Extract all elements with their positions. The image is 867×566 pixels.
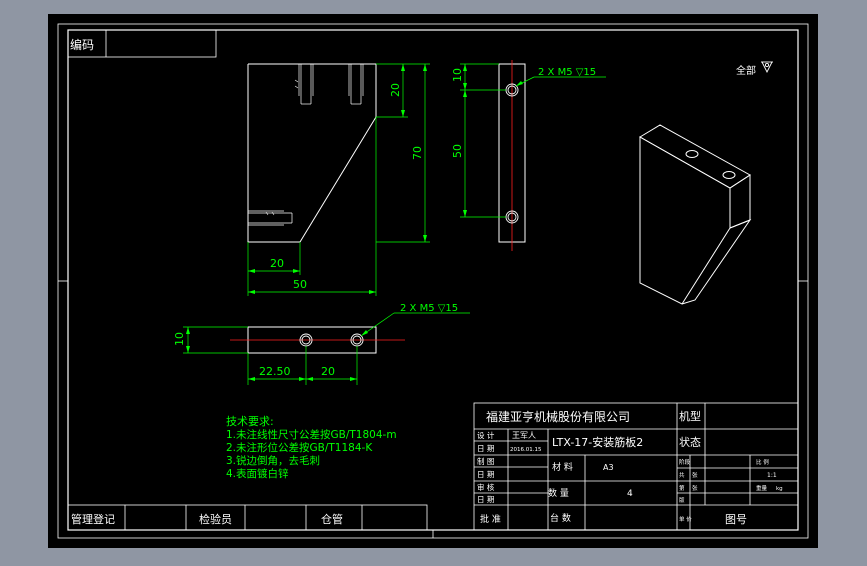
front-dim-top: 20	[389, 83, 402, 97]
notes-line-2: 2.未注形位公差按GB/T1184-K	[226, 441, 373, 454]
design-date-label: 日 期	[477, 444, 494, 453]
version-label: 版	[679, 496, 685, 504]
sheet-total-label: 共	[679, 471, 685, 479]
code-box-label: 编码	[70, 37, 94, 52]
ratio-value: 1:1	[767, 472, 777, 479]
side-dim-top: 10	[451, 68, 464, 82]
review-date-label: 日 期	[477, 470, 494, 479]
design-date: 2016.01.15	[510, 447, 542, 453]
stage-label: 阶段	[679, 458, 691, 466]
weight-label: 重量	[756, 484, 768, 492]
drawing-canvas[interactable]: 编码 全部 20 50 70 20 10 50 2 X M5 ▽15 10 22…	[0, 0, 867, 562]
front-dim-width: 50	[293, 278, 307, 291]
archive-label: 单 价	[679, 515, 692, 523]
location-label: 仓管	[321, 512, 343, 526]
sheet-num-label: 第	[679, 484, 685, 492]
top-dim-first: 22.50	[259, 365, 291, 378]
inspector-label: 检验员	[199, 512, 232, 526]
notes-line-1: 1.未注线性尺寸公差按GB/T1804-m	[226, 428, 397, 441]
drawing-number-label: 图号	[725, 513, 747, 526]
company-name: 福建亚亨机械股份有限公司	[486, 409, 630, 424]
review-label: 制 图	[477, 456, 494, 466]
front-dim-chamfer-width: 20	[270, 257, 284, 270]
top-dim-second: 20	[321, 365, 335, 378]
units-label: 台 数	[550, 512, 571, 524]
material-label: 材 料	[552, 461, 573, 473]
notes-heading: 技术要求:	[226, 415, 274, 428]
check-date-label: 日 期	[477, 495, 494, 504]
front-dim-height: 70	[411, 146, 424, 160]
cad-viewport[interactable]: 编码 全部 20 50 70 20 10 50 2 X M5 ▽15 10 22…	[0, 0, 867, 562]
material-value: A3	[603, 463, 614, 472]
top-dim-thickness: 10	[173, 332, 186, 346]
sheet-total-unit: 张	[692, 471, 698, 479]
weight-unit: kg	[776, 486, 783, 492]
part-name: LTX-17-安装筋板2	[552, 435, 643, 449]
view-label-text: 全部	[736, 64, 756, 77]
quantity-label: 数 量	[548, 487, 569, 499]
notes-line-3: 3.锐边倒角，去毛刺	[226, 454, 320, 467]
design-label: 设 计	[477, 430, 495, 440]
sheet-num-unit: 张	[692, 484, 698, 492]
status-label: 状态	[679, 435, 701, 449]
quantity-value: 4	[627, 489, 633, 499]
ratio-label: 比 例	[756, 458, 769, 466]
check-label: 审 核	[477, 482, 495, 492]
machine-label: 机型	[679, 409, 701, 423]
registry-label: 管理登记	[71, 512, 115, 526]
approve-label: 批 准	[480, 513, 501, 525]
side-hole-note: 2 X M5 ▽15	[538, 67, 596, 78]
top-hole-note: 2 X M5 ▽15	[400, 303, 458, 314]
notes-line-4: 4.表面镀白锌	[226, 467, 289, 480]
side-dim-spacing: 50	[451, 144, 464, 158]
designer-name: 王军人	[512, 431, 536, 440]
